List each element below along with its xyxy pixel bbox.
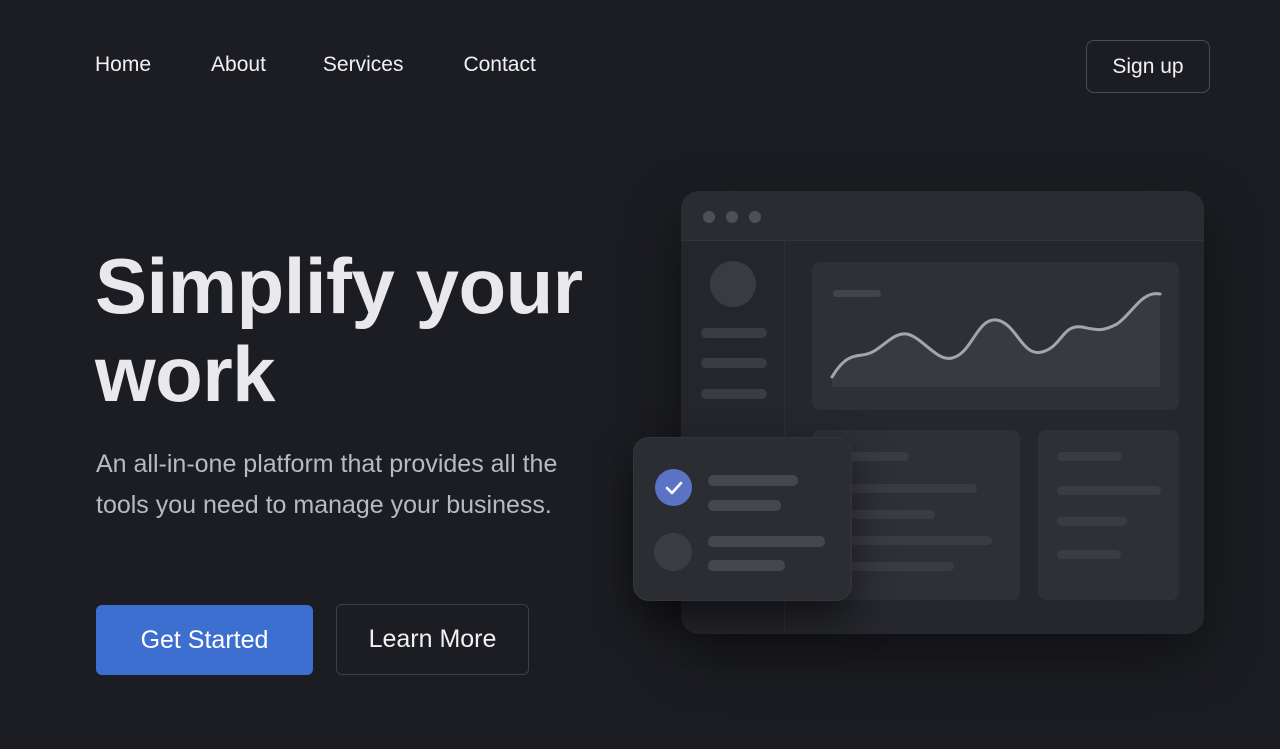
unchecked-circle-icon <box>654 533 692 571</box>
window-control-dot-icon <box>703 211 715 223</box>
task-card-illustration <box>633 437 852 601</box>
card-line-placeholder <box>849 562 954 571</box>
card-line-placeholder <box>1057 517 1127 526</box>
card-line-placeholder <box>1057 550 1121 559</box>
nav-link-home[interactable]: Home <box>95 52 151 78</box>
card-line-placeholder <box>849 536 992 545</box>
check-icon <box>655 469 692 506</box>
card-line-placeholder <box>849 510 935 519</box>
signup-button[interactable]: Sign up <box>1086 40 1210 93</box>
avatar-placeholder <box>710 261 756 307</box>
task-line-placeholder <box>708 536 825 547</box>
hero-title: Simplify your work <box>95 242 583 418</box>
sidebar-line-placeholder <box>701 358 767 368</box>
hero-subtitle: An all-in-one platform that provides all… <box>96 450 558 519</box>
window-control-dot-icon <box>726 211 738 223</box>
nav-link-services[interactable]: Services <box>323 52 404 78</box>
learn-more-button[interactable]: Learn More <box>336 604 529 675</box>
get-started-button[interactable]: Get Started <box>96 605 313 675</box>
task-line-placeholder <box>708 500 781 511</box>
sidebar-line-placeholder <box>701 328 767 338</box>
window-control-dot-icon <box>749 211 761 223</box>
landing-page: Home About Services Contact Sign up Simp… <box>0 0 1280 749</box>
task-line-placeholder <box>708 475 798 486</box>
chart-card-illustration <box>812 262 1179 410</box>
top-nav: Home About Services Contact <box>95 52 596 78</box>
line-chart-illustration <box>830 292 1162 387</box>
card-line-placeholder <box>849 484 977 493</box>
sidebar-line-placeholder <box>701 389 767 399</box>
card-line-placeholder <box>1057 486 1161 495</box>
card-line-placeholder <box>849 452 909 461</box>
nav-link-about[interactable]: About <box>211 52 266 78</box>
task-line-placeholder <box>708 560 785 571</box>
nav-link-contact[interactable]: Contact <box>463 52 535 78</box>
side-card-illustration <box>1038 430 1179 600</box>
window-titlebar <box>681 191 1204 241</box>
card-line-placeholder <box>1057 452 1122 461</box>
